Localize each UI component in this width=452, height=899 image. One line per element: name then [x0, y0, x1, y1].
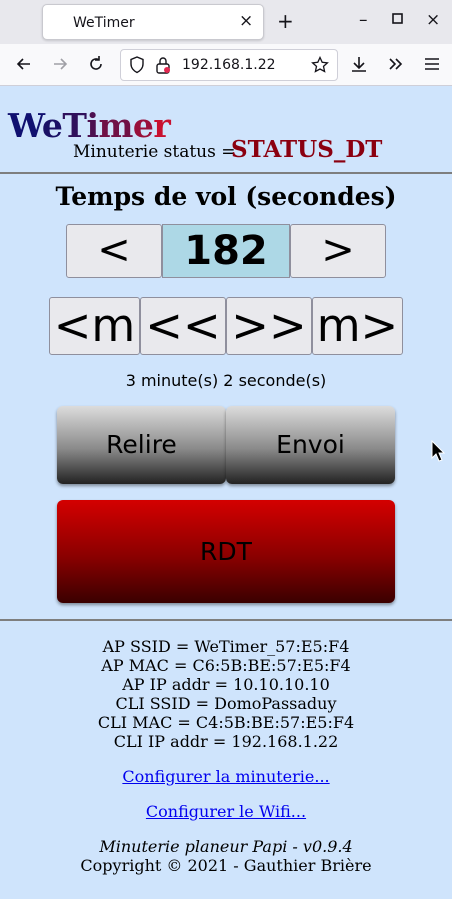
download-icon[interactable] — [349, 54, 369, 79]
download-glyph — [352, 57, 366, 72]
mouse-cursor-icon — [431, 440, 445, 462]
forward-arrow-glyph — [54, 58, 68, 70]
menu-icon[interactable] — [422, 54, 442, 79]
divider-bottom — [0, 619, 452, 621]
status-label: Minuterie status = — [73, 142, 236, 162]
version-text: Minuterie planeur Papi - v0.9.4 — [99, 837, 353, 856]
duration-text: 3 minute(s) 2 seconde(s) — [125, 371, 327, 390]
logo-letter: i — [86, 106, 99, 145]
fast-increment-button[interactable]: >> — [226, 297, 312, 355]
reload-button[interactable]: Relire — [57, 406, 226, 484]
reload-icon[interactable] — [86, 54, 106, 79]
ap-mac-line: AP MAC = C6:5B:BE:57:E5:F4 — [101, 656, 351, 675]
configure-wifi-link[interactable]: Configurer le Wifi... — [0, 802, 452, 821]
back-arrow-glyph — [16, 58, 30, 70]
more-tools-glyph — [389, 58, 403, 70]
forward-arrow-icon[interactable] — [50, 54, 70, 79]
minimize-icon[interactable]: – — [359, 10, 368, 30]
ap-ip-line: AP IP addr = 10.10.10.10 — [122, 675, 330, 694]
bookmark-star-icon[interactable] — [311, 55, 329, 78]
divider-top — [0, 172, 452, 174]
configure-timer-link[interactable]: Configurer la minuterie... — [0, 767, 452, 786]
new-tab-button[interactable]: + — [277, 9, 294, 33]
close-tab-icon[interactable]: × — [239, 11, 253, 31]
maximize-glyph — [392, 13, 403, 24]
logo-letter: W — [8, 106, 42, 145]
cli-ip-line: CLI IP addr = 192.168.1.22 — [113, 732, 339, 751]
shield-icon[interactable] — [129, 56, 145, 78]
wetimer-logo: WeTimer — [8, 106, 171, 145]
decrement-button[interactable]: < — [66, 224, 162, 278]
status-value: STATUS_DT — [231, 136, 383, 163]
flight-time-value[interactable]: 182 — [162, 224, 290, 278]
increment-button[interactable]: > — [290, 224, 386, 278]
copyright-text: Copyright © 2021 - Gauthier Brière — [80, 856, 372, 875]
tab-wetimer[interactable]: WeTimer × — [42, 4, 264, 40]
tab-title: WeTimer — [73, 15, 135, 31]
insecure-lock-icon[interactable] — [155, 56, 171, 78]
ap-ssid-line: AP SSID = WeTimer_57:E5:F4 — [102, 637, 350, 656]
logo-letter: e — [41, 106, 63, 145]
url-bar[interactable]: 192.168.1.22 — [120, 49, 338, 81]
fast-decrement-button[interactable]: << — [140, 297, 226, 355]
logo-letter: r — [153, 106, 171, 145]
menu-glyph — [425, 58, 439, 70]
back-arrow-icon[interactable] — [14, 54, 34, 79]
navigation-bar: 192.168.1.22 — [0, 44, 452, 86]
close-window-icon[interactable]: × — [426, 10, 440, 30]
logo-letter: T — [62, 106, 87, 145]
reload-glyph — [90, 56, 102, 70]
more-tools-icon[interactable] — [386, 54, 406, 79]
shield-glyph — [130, 56, 144, 74]
tab-bar: WeTimer × + – × — [0, 0, 452, 44]
minute-decrement-button[interactable]: <m — [49, 297, 140, 355]
cli-mac-line: CLI MAC = C4:5B:BE:57:E5:F4 — [97, 713, 355, 732]
logo-letter: m — [98, 106, 133, 145]
insecure-lock-glyph — [156, 57, 170, 74]
send-button[interactable]: Envoi — [226, 406, 395, 484]
flight-time-heading: Temps de vol (secondes) — [55, 182, 397, 211]
bookmark-star-glyph — [311, 55, 329, 73]
url-text[interactable]: 192.168.1.22 — [182, 57, 276, 73]
logo-text: WeTimer — [8, 106, 171, 145]
minute-increment-button[interactable]: m> — [312, 297, 403, 355]
cli-ssid-line: CLI SSID = DomoPassaduy — [115, 694, 337, 713]
logo-letter: e — [132, 106, 154, 145]
rdt-button[interactable]: RDT — [57, 500, 395, 603]
maximize-icon[interactable] — [392, 10, 404, 30]
